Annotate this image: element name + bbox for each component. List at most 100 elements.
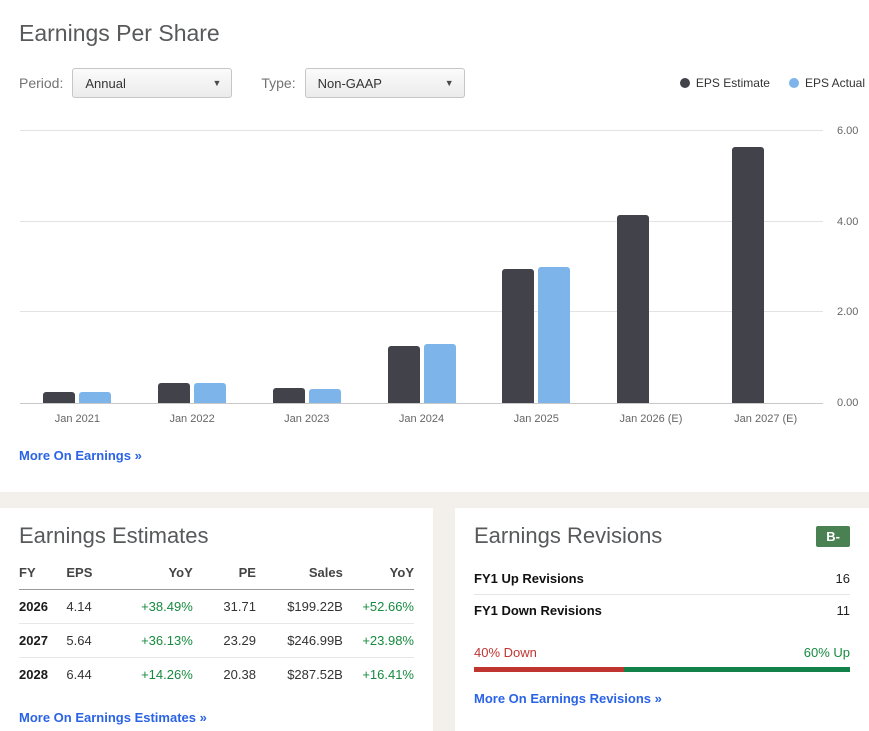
cell-fy: 2028 [19,667,48,682]
y-tick-label: 0.00 [837,397,859,409]
legend-dot-estimate-icon [679,78,690,88]
col-header-sales: Sales [255,561,343,590]
legend-label-actual: EPS Actual [804,76,865,90]
bar-group-jan-2021 [20,131,135,403]
cell-sales-yoy: +23.98% [342,623,414,658]
table-row: 2026 4.14 +38.49% 31.71 $199.22B +52.66% [19,589,414,624]
chevron-down-icon: ▼ [212,78,222,88]
eps-estimate-bar-5 [616,215,649,403]
fy1-up-revisions-label: FY1 Up Revisions [474,571,584,586]
eps-estimate-bar-1 [158,383,191,403]
more-on-revisions-link[interactable]: More On Earnings Revisions » [474,691,662,706]
y-tick-label: 6.00 [837,125,859,137]
fy1-up-revisions-value: 16 [835,571,850,586]
legend-item-eps-estimate[interactable]: EPS Estimate [679,76,770,90]
chart-plot-area [20,131,823,403]
section-divider [0,492,869,508]
x-tick-label: Jan 2022 [169,413,215,425]
cell-sales: $199.22B [255,589,343,624]
page-title: Earnings Per Share [19,20,220,46]
chart-legend: EPS Estimate EPS Actual [679,76,865,90]
revisions-title: Earnings Revisions [474,523,663,548]
cell-sales: $287.52B [287,667,343,682]
eps-chart: 0.00 2.00 4.00 6.00 [20,125,858,409]
panel-gap [433,508,455,731]
fy1-down-revisions-value: 11 [836,603,851,618]
y-tick-label: 2.00 [837,306,859,319]
cell-eps: 4.14 [66,589,118,624]
col-header-eps: EPS [66,561,118,590]
bar-group-jan-2024 [364,131,479,403]
cell-sales-yoy: +16.41% [362,667,414,682]
cell-pe: 31.71 [192,589,256,624]
eps-estimate-bar-2 [272,388,305,403]
bar-group-jan-2027-e [708,131,823,403]
legend-dot-actual-icon [788,78,799,88]
cell-yoy: +38.49% [117,589,193,624]
x-tick-label: Jan 2027 (E) [734,413,798,425]
eps-actual-bar-4 [538,267,571,403]
x-tick-label: Jan 2024 [398,413,445,425]
more-on-earnings-link[interactable]: More On Earnings » [19,448,142,463]
cell-sales-yoy: +52.66% [342,589,414,624]
eps-section: Earnings Per Share Period: Annual ▼ Type… [0,0,869,492]
revisions-rows: FY1 Up Revisions 16 FY1 Down Revisions 1… [474,563,850,626]
bar-group-jan-2023 [249,131,364,403]
y-tick-label: 4.00 [837,215,859,228]
x-tick-label: Jan 2021 [54,413,100,425]
earnings-revisions-panel: Earnings Revisions B- FY1 Up Revisions 1… [455,508,869,731]
legend-item-eps-actual[interactable]: EPS Actual [788,76,865,90]
eps-actual-bar-2 [308,388,341,403]
earnings-estimates-panel: Earnings Estimates FY EPS YoY PE Sales Y… [0,508,433,731]
cell-pe: 23.29 [192,623,256,658]
table-row: 2028 6.44 +14.26% 20.38 $287.52B +16.41% [19,658,414,692]
eps-estimate-bar-4 [502,269,535,403]
cell-eps: 5.64 [66,623,118,658]
legend-label-estimate: EPS Estimate [695,76,770,90]
list-item: FY1 Up Revisions 16 [474,563,850,595]
eps-estimate-bar-0 [43,392,76,403]
table-row: 2027 5.64 +36.13% 23.29 $246.99B +23.98% [19,623,414,658]
list-item: FY1 Down Revisions 11 [474,595,850,626]
period-select-value: Annual [85,75,126,91]
eps-actual-bar-1 [194,382,227,403]
cell-fy: 2027 [19,623,67,658]
x-tick-label: Jan 2023 [284,413,330,425]
cell-pe: 20.38 [223,667,256,682]
period-label: Period: [19,75,64,91]
period-select[interactable]: Annual ▼ [72,68,233,98]
cell-yoy: +14.26% [141,667,193,682]
revisions-scale: 40% Down 60% Up [474,645,850,660]
x-tick-label: Jan 2026 (E) [619,413,683,425]
bar-group-jan-2025 [479,131,594,403]
col-header-sales-yoy: YoY [342,561,414,590]
col-header-pe: PE [192,561,256,590]
bar-group-jan-2026-e [594,131,709,403]
type-select-value: Non-GAAP [317,75,382,91]
eps-actual-bar-0 [79,391,112,403]
revisions-ratio-bar [474,667,850,672]
revisions-bar-up [624,667,850,672]
col-header-yoy: YoY [117,561,193,590]
up-percent-label: 60% Up [803,645,850,660]
down-percent-label: 40% Down [474,645,537,660]
bottom-panels: Earnings Estimates FY EPS YoY PE Sales Y… [0,508,869,731]
chevron-down-icon: ▼ [444,78,454,88]
eps-estimate-bar-6 [731,147,764,403]
type-select[interactable]: Non-GAAP ▼ [304,68,465,98]
grade-badge: B- [816,525,850,547]
estimates-table: FY EPS YoY PE Sales YoY 2026 4.14 +38.49… [19,561,414,691]
cell-eps: 6.44 [66,667,92,682]
eps-actual-bar-3 [423,344,456,403]
x-tick-label: Jan 2025 [513,413,559,425]
estimates-header-row: FY EPS YoY PE Sales YoY [19,561,414,590]
type-label: Type: [261,75,296,91]
estimates-title: Earnings Estimates [19,523,209,548]
cell-sales: $246.99B [255,623,343,658]
more-on-estimates-link[interactable]: More On Earnings Estimates » [19,710,207,725]
revisions-bar-down [474,667,625,672]
x-axis-labels: Jan 2021 Jan 2022 Jan 2023 Jan 2024 Jan 2025… [20,404,823,425]
chart-controls: Period: Annual ▼ Type: Non-GAAP ▼ EPS Es… [19,68,869,98]
cell-fy: 2026 [19,589,67,624]
bar-group-jan-2022 [135,131,250,403]
